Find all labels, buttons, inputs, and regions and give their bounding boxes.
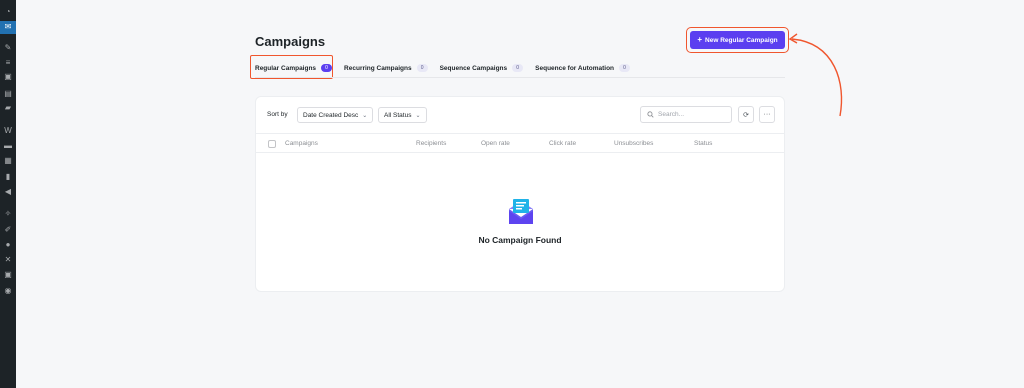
tabs-divider <box>255 77 785 78</box>
tab-sequence-for-automation[interactable]: Sequence for Automation 0 <box>535 64 631 72</box>
tab-count-badge: 0 <box>416 64 428 72</box>
tab-label: Recurring Campaigns <box>344 64 412 72</box>
refresh-icon: ⟳ <box>743 111 749 119</box>
collapse-icon[interactable]: ◉ <box>4 287 12 295</box>
chevron-down-icon: ⌄ <box>415 112 421 119</box>
column-header[interactable]: Status <box>694 140 712 147</box>
more-options-button[interactable]: ··· <box>759 106 775 123</box>
marketing-icon[interactable]: ◀ <box>4 188 12 196</box>
column-header[interactable]: Click rate <box>549 140 576 147</box>
media-icon[interactable]: ▣ <box>4 73 12 81</box>
products-icon[interactable]: ▬ <box>4 142 12 150</box>
status-select[interactable]: All Status ⌄ <box>378 107 427 123</box>
tab-label: Regular Campaigns <box>255 64 317 72</box>
chevron-down-icon: ⌄ <box>362 112 368 119</box>
tab-count-badge: 0 <box>619 64 631 72</box>
select-all-checkbox[interactable] <box>268 140 276 148</box>
payments-icon[interactable]: ▦ <box>4 157 12 165</box>
column-header[interactable]: Open rate <box>481 140 510 147</box>
pages-icon[interactable]: ▤ <box>4 90 12 98</box>
search-box[interactable] <box>640 106 732 123</box>
more-icon: ··· <box>763 111 771 118</box>
column-header[interactable]: Unsubscribes <box>614 140 653 147</box>
wp-admin-sidebar: ◔ ✉ ✎ ≡ ▣ ▤ ▰ W ▬ ▦ ▮ ◀ ✧ ✐ ● ✕ ▣ ◉ <box>0 0 16 388</box>
campaign-tabs: Regular Campaigns 0 Recurring Campaigns … <box>255 60 642 76</box>
table-toolbar: Sort by Date Created Desc ⌄ All Status ⌄… <box>256 97 784 133</box>
pin-icon[interactable]: ✎ <box>4 44 12 52</box>
users-icon[interactable]: ● <box>4 241 12 249</box>
sort-select-value: Date Created Desc <box>303 111 359 119</box>
comments-icon[interactable]: ▰ <box>4 104 12 112</box>
analytics-icon[interactable]: ▮ <box>4 173 12 181</box>
refresh-button[interactable]: ⟳ <box>738 106 754 123</box>
annotation-arrow <box>788 33 843 117</box>
status-select-value: All Status <box>384 111 412 119</box>
tab-label: Sequence Campaigns <box>439 64 508 72</box>
tools-icon[interactable]: ✕ <box>4 256 12 264</box>
tab-count-badge: 0 <box>321 64 333 72</box>
search-icon <box>647 111 654 118</box>
page-title: Campaigns <box>255 34 326 49</box>
new-regular-campaign-button[interactable]: + New Regular Campaign <box>690 31 785 49</box>
column-header[interactable]: Recipients <box>416 140 446 147</box>
empty-state-message: No Campaign Found <box>478 235 562 245</box>
settings-icon[interactable]: ▣ <box>4 271 12 279</box>
table-header: Campaigns Recipients Open rate Click rat… <box>256 133 784 153</box>
dashboard-icon[interactable]: ◔ <box>4 8 12 16</box>
tab-count-badge: 0 <box>512 64 524 72</box>
tab-label: Sequence for Automation <box>535 64 615 72</box>
appearance-icon[interactable]: ✧ <box>4 210 12 218</box>
tab-sequence-campaigns[interactable]: Sequence Campaigns 0 <box>440 64 524 72</box>
column-header[interactable]: Campaigns <box>285 140 318 147</box>
tab-recurring-campaigns[interactable]: Recurring Campaigns 0 <box>344 64 428 72</box>
tab-regular-campaigns[interactable]: Regular Campaigns 0 <box>255 64 333 72</box>
menu-icon[interactable]: ≡ <box>4 59 12 67</box>
campaigns-card: Sort by Date Created Desc ⌄ All Status ⌄… <box>255 96 785 292</box>
mail-icon[interactable]: ✉ <box>4 23 12 31</box>
plus-icon: + <box>697 35 703 44</box>
woocommerce-icon[interactable]: W <box>4 127 12 135</box>
new-regular-campaign-label: New Regular Campaign <box>705 36 778 44</box>
search-input[interactable] <box>658 111 728 118</box>
envelope-icon <box>509 199 533 224</box>
plugins-icon[interactable]: ✐ <box>4 226 12 234</box>
sort-select[interactable]: Date Created Desc ⌄ <box>297 107 374 123</box>
sort-by-label: Sort by <box>267 111 288 118</box>
